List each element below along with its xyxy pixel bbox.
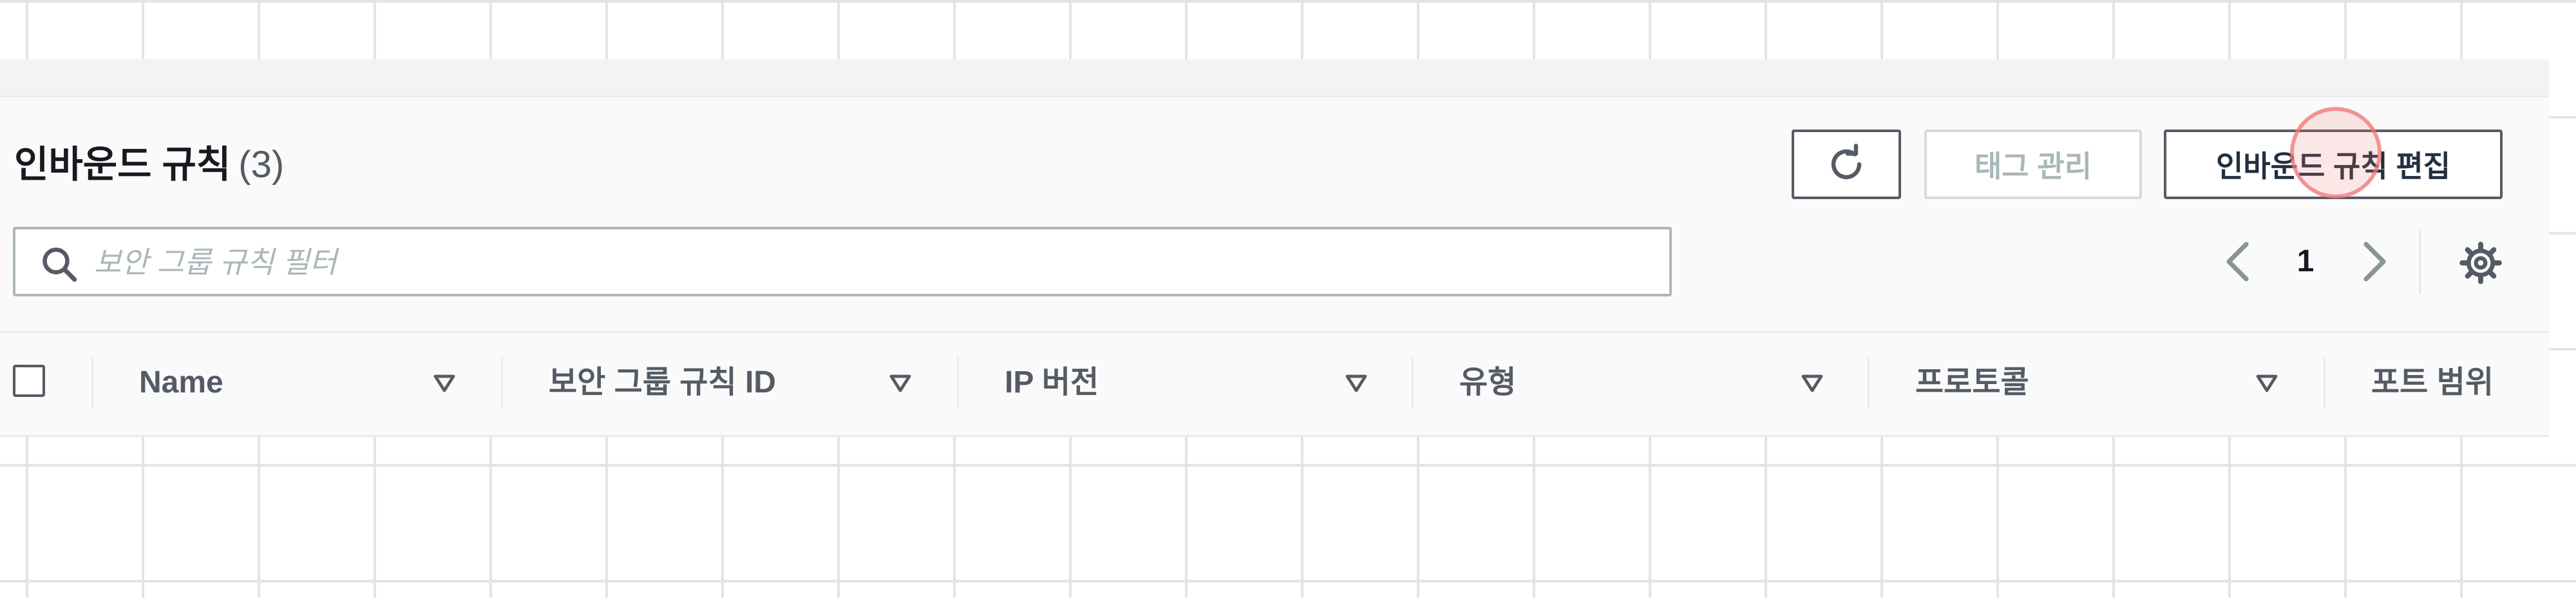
sort-icon[interactable] — [1343, 370, 1369, 396]
sort-icon[interactable] — [431, 370, 457, 396]
panel-title-text: 인바운드 규칙 — [14, 144, 231, 186]
page-header-band — [0, 59, 2549, 97]
refresh-button[interactable] — [1792, 130, 1901, 199]
column-header-port-range[interactable]: 포트 범위 — [2371, 358, 2494, 407]
search-field[interactable] — [13, 227, 1672, 296]
rule-count: (3) — [238, 144, 285, 186]
search-input[interactable] — [93, 233, 1654, 291]
table-header-row — [0, 331, 2549, 434]
refresh-icon — [1831, 144, 1862, 180]
column-header-type[interactable]: 유형 — [1459, 358, 1516, 407]
column-separator — [2324, 357, 2325, 409]
panel-title: 인바운드 규칙 (3) — [14, 139, 284, 191]
chevron-right-icon[interactable] — [2354, 238, 2393, 285]
column-header-name[interactable]: Name — [139, 358, 223, 407]
column-separator — [1868, 357, 1870, 409]
column-separator — [1412, 357, 1414, 409]
column-separator — [957, 357, 959, 409]
column-header-protocol[interactable]: 프로토콜 — [1915, 358, 2029, 407]
current-page-number[interactable]: 1 — [2290, 238, 2321, 285]
column-header-ip-version[interactable]: IP 버전 — [1005, 358, 1099, 407]
sort-icon[interactable] — [887, 370, 913, 396]
pager-divider — [2419, 229, 2421, 294]
sort-icon[interactable] — [2254, 370, 2280, 396]
column-separator — [501, 357, 503, 409]
chevron-left-icon[interactable] — [2219, 238, 2258, 285]
column-separator — [91, 357, 93, 409]
gear-icon[interactable] — [2459, 241, 2503, 285]
sort-icon[interactable] — [1799, 370, 1825, 396]
select-all-checkbox[interactable] — [13, 365, 45, 397]
click-indicator — [2290, 107, 2382, 198]
column-header-rule-id[interactable]: 보안 그룹 규칙 ID — [549, 358, 776, 407]
search-icon — [43, 247, 77, 282]
manage-tags-button[interactable]: 태그 관리 — [1924, 130, 2142, 199]
